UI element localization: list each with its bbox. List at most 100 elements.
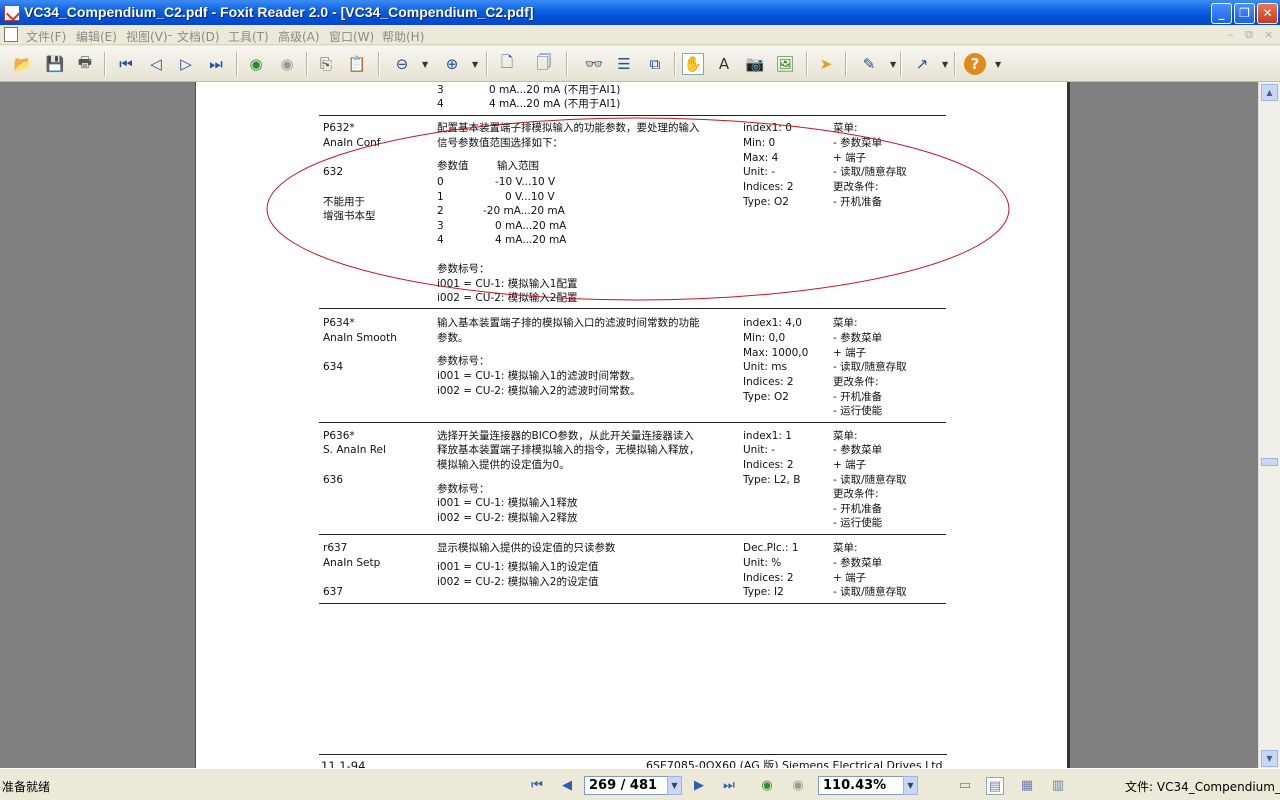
param-menu: 更改条件: (833, 376, 879, 388)
prev-page-icon[interactable]: ◁ (145, 53, 167, 75)
text-view-icon[interactable]: ☰ (613, 53, 635, 75)
last-page-icon[interactable]: ⏭ (720, 777, 738, 795)
print-icon[interactable]: 🖶 (74, 53, 96, 75)
zoom-out-icon[interactable]: ⊖ (391, 53, 413, 75)
toolbar-separator (306, 52, 308, 76)
param-description: 选择开关量连接器的BICO参数，从此开关量连接器读入 (437, 430, 694, 442)
status-filename: 文件: VC34_Compendium_C2.pdf (1125, 780, 1280, 794)
param-attr: Indices: 2 (743, 572, 794, 584)
toolbar-separator (236, 52, 238, 76)
param-name: AnaIn Smooth (323, 332, 397, 344)
footer-rule (319, 754, 947, 755)
toolbar-separator (674, 52, 676, 76)
line-dropdown-icon[interactable]: ▼ (942, 60, 948, 69)
param-menu: - 参数菜单 (833, 557, 883, 569)
scroll-up-icon[interactable]: ▲ (1261, 84, 1278, 101)
mdi-close-button[interactable]: × (1264, 28, 1273, 41)
menu-edit[interactable]: 编辑(E) (76, 28, 117, 45)
param-menu: 菜单: (833, 317, 858, 329)
zoom-in-icon[interactable]: ⊕ (441, 53, 463, 75)
param-attr: index1: 4,0 (743, 317, 802, 329)
binoculars-icon[interactable]: 👓 (583, 53, 605, 75)
paste-icon[interactable]: 📋 (346, 53, 368, 75)
menu-tools[interactable]: 工具(T) (228, 28, 269, 45)
back-icon[interactable]: ◉ (758, 777, 776, 795)
zoom-dropdown-icon[interactable]: ▼ (903, 776, 918, 795)
param-menu: - 读取/随意存取 (833, 474, 907, 486)
actual-size-icon[interactable]: 🗋 (496, 53, 518, 75)
index-entry: i002 = CU-2: 模拟输入2的滤波时间常数。 (437, 385, 641, 397)
forward-icon[interactable]: ◉ (789, 777, 807, 795)
last-page-icon[interactable]: ⏭ (205, 53, 227, 75)
mdi-restore-button[interactable]: ⧉ (1245, 28, 1253, 42)
param-menu: - 读取/随意存取 (833, 361, 907, 373)
window-title: VC34_Compendium_C2.pdf - Foxit Reader 2.… (24, 4, 534, 20)
menu-view[interactable]: 视图(V) (126, 28, 168, 45)
zoom-out-dropdown-icon[interactable]: ▼ (422, 60, 428, 69)
index-entry: i002 = CU-2: 模拟输入2的设定值 (437, 576, 599, 588)
arrow-icon[interactable]: ➤ (815, 53, 837, 75)
table-rule (319, 308, 946, 309)
param-name: AnaIn Setp (323, 557, 381, 569)
status-bar: 准备就绪 ⏮ ◀ 269 / 481 ▼ ▶ ⏭ ◉ ◉ 110.43% ▼ ▭… (0, 768, 1280, 800)
pencil-icon[interactable]: ✎ (858, 53, 880, 75)
first-page-icon[interactable]: ⏮ (528, 777, 546, 795)
single-page-icon[interactable]: ▭ (956, 777, 974, 795)
help-icon[interactable]: ? (964, 53, 986, 75)
menu-window[interactable]: 窗口(W) (329, 28, 374, 45)
maximize-button[interactable]: ❐ (1234, 3, 1255, 24)
next-page-icon[interactable]: ▷ (175, 53, 197, 75)
page-dropdown-icon[interactable]: ▼ (667, 776, 682, 795)
thumbnail-icon[interactable]: ⧉ (644, 53, 666, 75)
param-attr: Unit: ms (743, 361, 787, 373)
menu-advanced[interactable]: 高级(A) (278, 28, 320, 45)
param-description: 输入基本装置端子排的模拟输入口的滤波时间常数的功能 (437, 317, 700, 329)
save-icon[interactable]: 💾 (44, 53, 66, 75)
page-number-field[interactable]: 269 / 481 (584, 776, 668, 795)
continuous-page-icon[interactable]: ▤ (986, 777, 1004, 795)
vertical-scrollbar[interactable]: ▲ ▼ (1258, 82, 1280, 768)
document-viewport[interactable]: 3 0 mA...20 mA (不用于AI1) 4 4 mA...20 mA (… (0, 82, 1258, 768)
first-page-icon[interactable]: ⏮ (115, 53, 137, 75)
back-icon[interactable]: ◉ (245, 53, 267, 75)
pencil-dropdown-icon[interactable]: ▼ (890, 60, 896, 69)
param-menu: - 开机准备 (833, 391, 883, 403)
param-description: 参数。 (437, 332, 469, 344)
menu-file[interactable]: 文件(F) (26, 28, 66, 45)
table-rule (319, 534, 946, 535)
close-button[interactable]: ✕ (1257, 3, 1278, 24)
toolbar-separator (486, 52, 488, 76)
scroll-down-icon[interactable]: ▼ (1261, 750, 1278, 767)
zoom-in-dropdown-icon[interactable]: ▼ (472, 60, 478, 69)
toolbar-separator (378, 52, 380, 76)
param-menu: + 端子 (833, 459, 867, 471)
hand-icon[interactable]: ✋ (682, 53, 704, 75)
snapshot-icon[interactable]: 📷 (744, 53, 766, 75)
image-icon[interactable]: 🖼 (774, 53, 796, 75)
continuous-facing-icon[interactable]: ▥ (1049, 777, 1067, 795)
copy-icon[interactable]: ⎘ (315, 53, 337, 75)
cell-text: 4 (437, 98, 444, 110)
footer-order-number: 6SE7085-0QX60 (AG 版) Siemens Electrical … (646, 759, 943, 768)
param-attr: Max: 1000,0 (743, 347, 809, 359)
facing-page-icon[interactable]: ▦ (1018, 777, 1036, 795)
ellipse-annotation[interactable] (266, 116, 1016, 308)
select-text-icon[interactable]: A (713, 53, 735, 75)
param-menu: + 端子 (833, 347, 867, 359)
line-icon[interactable]: ↗ (911, 53, 933, 75)
help-dropdown-icon[interactable]: ▼ (995, 60, 1001, 69)
zoom-field[interactable]: 110.43% (818, 776, 904, 795)
prev-page-icon[interactable]: ◀ (558, 777, 576, 795)
fit-page-icon[interactable]: 🗍 (533, 53, 555, 75)
param-attr: Indices: 2 (743, 376, 794, 388)
mdi-minimize-button[interactable]: – (1228, 28, 1234, 41)
next-page-icon[interactable]: ▶ (690, 777, 708, 795)
forward-icon[interactable]: ◉ (276, 53, 298, 75)
scroll-thumb[interactable] (1261, 458, 1278, 466)
toolbar: 📂 💾 🖶 ⏮ ◁ ▷ ⏭ ◉ ◉ ⎘ 📋 ⊖ ▼ ⊕ ▼ 🗋 🗍 👓 ☰ ⧉ … (0, 46, 1280, 82)
param-menu: - 开机准备 (833, 503, 883, 515)
minimize-button[interactable]: _ (1211, 3, 1232, 24)
menu-help[interactable]: 帮助(H) (382, 28, 424, 45)
open-icon[interactable]: 📂 (12, 53, 34, 75)
menu-document[interactable]: 文档(D) (177, 28, 220, 45)
